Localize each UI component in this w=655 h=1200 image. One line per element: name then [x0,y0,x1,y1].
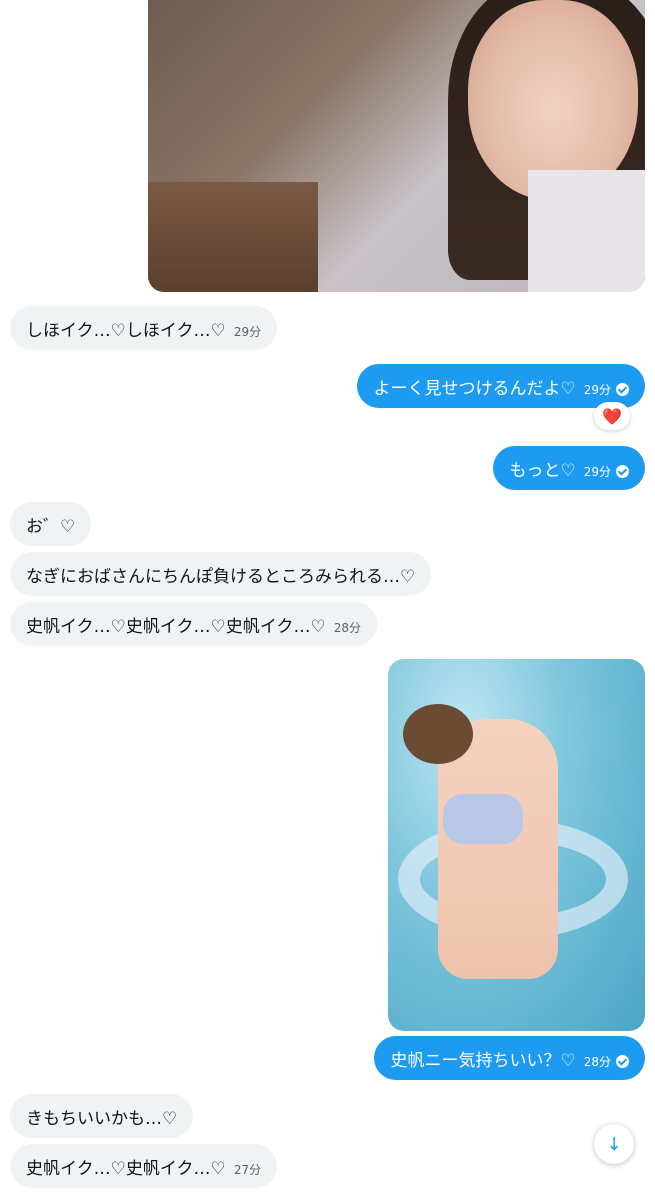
image-content [528,170,645,292]
check-circle-icon [616,464,629,478]
scroll-to-bottom-button[interactable]: ↓ [594,1124,634,1164]
message-time: 27分 [233,1162,262,1177]
message-time: 28分 [583,1054,611,1069]
heart-icon: ❤️ [602,406,622,426]
message-time: 29分 [583,464,611,479]
message-bubble-outgoing[interactable]: 史帆ニー気持ちいい？♡ 28分 [374,1036,645,1080]
image-content [148,182,318,292]
image-content [443,794,523,844]
message-text: 史帆イク…♡史帆イク…♡ [26,1158,226,1179]
sent-image-selfie[interactable] [148,0,645,292]
message-bubble-incoming[interactable]: きもちいいかも…♡ [10,1094,194,1138]
message-time: 29分 [583,382,611,397]
message-bubble-outgoing[interactable]: もっと♡ 29分 [493,446,645,490]
message-time: 28分 [333,620,361,635]
arrow-down-icon: ↓ [606,1133,622,1155]
message-bubble-incoming[interactable]: 史帆イク…♡史帆イク…♡史帆イク…♡ 28分 [10,602,377,646]
message-text: なぎにおばさんにちんぽ負けるところみられる…♡ [26,566,416,587]
message-bubble-outgoing[interactable]: よーく見せつけるんだよ♡ 29分 [357,364,645,408]
check-circle-icon [616,1054,629,1068]
message-bubble-incoming[interactable]: しほイク…♡しほイク…♡ 29分 [10,306,278,350]
message-bubble-incoming[interactable]: お゛♡ [10,502,92,546]
dm-conversation: しほイク…♡しほイク…♡ 29分 よーく見せつけるんだよ♡ 29分 ❤️ もっと… [0,0,655,1200]
message-text: 史帆イク…♡史帆イク…♡史帆イク…♡ [26,616,326,637]
message-bubble-incoming[interactable]: なぎにおばさんにちんぽ負けるところみられる…♡ [10,552,432,596]
message-text: きもちいいかも…♡ [26,1108,178,1129]
message-bubble-incoming[interactable]: 史帆イク…♡史帆イク…♡ 27分 [10,1144,278,1188]
message-text: 史帆ニー気持ちいい？♡ [390,1050,576,1071]
message-text: お゛♡ [26,516,76,537]
message-text: しほイク…♡しほイク…♡ [26,320,226,341]
message-text: もっと♡ [509,460,576,481]
check-circle-icon [616,382,629,396]
message-time: 29分 [233,324,262,339]
sent-image-pool[interactable] [388,659,645,1031]
message-text: よーく見せつけるんだよ♡ [373,378,576,399]
image-content [403,704,473,764]
heart-reaction[interactable]: ❤️ [594,402,630,430]
